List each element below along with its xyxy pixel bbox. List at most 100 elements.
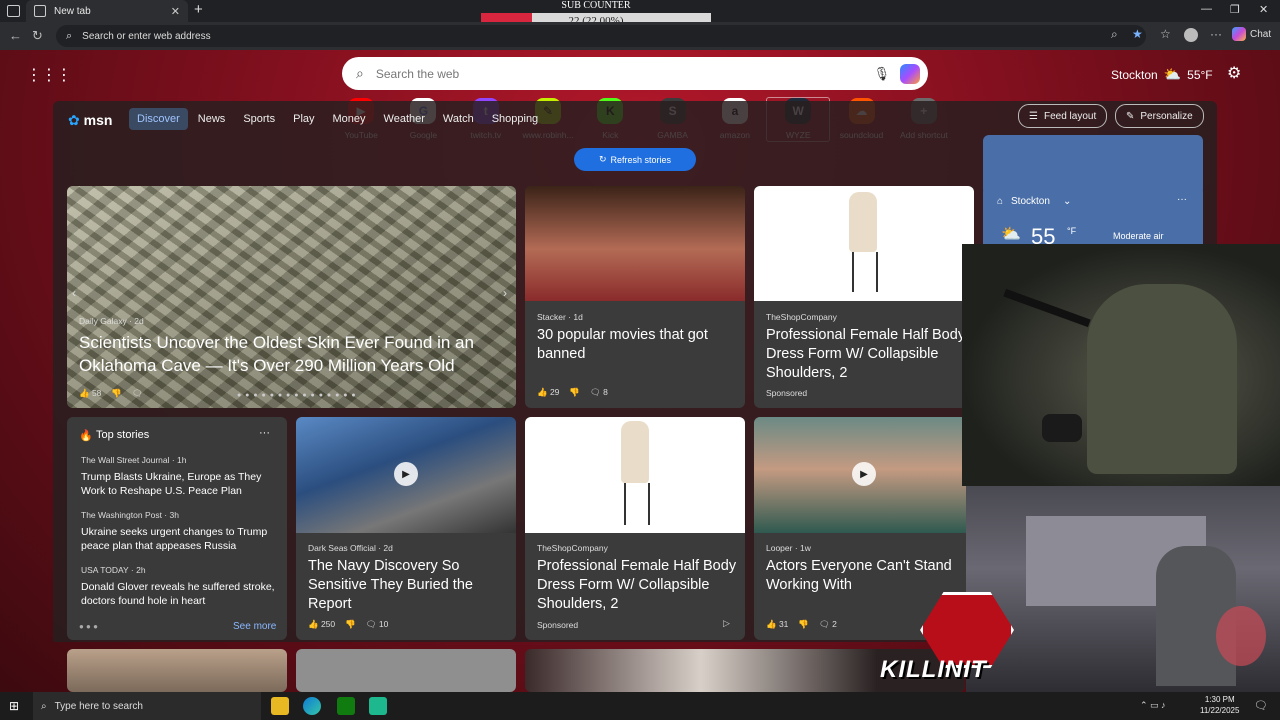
webcam-overlay-top bbox=[962, 244, 1280, 486]
personalize-button[interactable]: ✎ Personalize bbox=[1115, 104, 1204, 128]
system-tray-icons[interactable]: ⌃ ▭ ♪ bbox=[1140, 700, 1166, 711]
file-explorer-icon[interactable] bbox=[271, 697, 289, 715]
refresh-icon[interactable]: ↻ bbox=[32, 28, 43, 44]
clock[interactable]: 1:30 PM 11/22/2025 bbox=[1200, 694, 1239, 716]
weather-card-body[interactable]: ⌂ Stockton ⌄ ··· ⛅ 55 °F Moderate air bbox=[983, 186, 1203, 249]
favorite-star-icon[interactable]: ★ bbox=[1132, 27, 1143, 41]
play-icon[interactable]: ▶ bbox=[394, 462, 418, 486]
story-card-partial[interactable] bbox=[296, 649, 516, 692]
comment-button[interactable]: 🗨 2 bbox=[819, 619, 837, 630]
story-source: USA TODAY · 2h bbox=[81, 565, 146, 575]
address-bar[interactable]: ⌕ Search or enter web address bbox=[56, 25, 1146, 47]
tab-watch[interactable]: Watch bbox=[435, 108, 482, 130]
tab-weather[interactable]: Weather bbox=[376, 108, 433, 130]
taskbar-search[interactable]: ⌕ Type here to search bbox=[33, 692, 261, 720]
feed-layout-label: Feed layout bbox=[1043, 110, 1097, 122]
tab-shopping[interactable]: Shopping bbox=[484, 108, 547, 130]
carousel-dots[interactable]: ● ● ● ● ● ● ● ● ● ● ● ● ● ● ● bbox=[237, 392, 357, 399]
tab-news[interactable]: News bbox=[190, 108, 234, 130]
msn-logo[interactable]: ✿ msn bbox=[68, 112, 112, 129]
sponsored-card[interactable]: TheShopCompany Professional Female Half … bbox=[754, 186, 974, 408]
top-story-link[interactable]: Ukraine seeks urgent changes to Trump pe… bbox=[81, 525, 277, 553]
apps-grid-icon[interactable]: ⋮⋮⋮ bbox=[26, 65, 72, 85]
temperature-label: 55°F bbox=[1187, 67, 1213, 82]
carousel-next-icon[interactable]: › bbox=[503, 286, 507, 300]
comment-button[interactable]: 🗨 10 bbox=[366, 619, 389, 630]
notifications-icon[interactable]: 🗨 bbox=[1254, 699, 1268, 712]
top-story-link[interactable]: Donald Glover reveals he suffered stroke… bbox=[81, 580, 277, 608]
ad-choices-icon[interactable]: ▷ bbox=[723, 618, 730, 629]
story-source: Dark Seas Official · 2d bbox=[308, 543, 393, 553]
like-count: 58 bbox=[91, 388, 102, 398]
dislike-icon[interactable]: 👎 bbox=[569, 387, 580, 398]
xbox-icon[interactable] bbox=[337, 697, 355, 715]
search-icon: ⌕ bbox=[41, 700, 47, 712]
story-title[interactable]: The Navy Discovery So Sensitive They Bur… bbox=[308, 557, 508, 614]
more-options-icon[interactable]: ··· bbox=[259, 427, 270, 439]
dislike-icon[interactable]: 👎 bbox=[111, 388, 122, 399]
video-story-card[interactable]: ▶ Dark Seas Official · 2d The Navy Disco… bbox=[296, 417, 516, 640]
refresh-stories-label: Refresh stories bbox=[610, 154, 672, 165]
minimize-icon[interactable]: — bbox=[1201, 3, 1212, 15]
tab-discover[interactable]: Discover bbox=[129, 108, 188, 130]
weather-widget[interactable]: Stockton ⛅ 55°F bbox=[1111, 66, 1213, 83]
chevron-down-icon[interactable]: ⌄ bbox=[1063, 196, 1071, 207]
settings-gear-icon[interactable]: ⚙ bbox=[1227, 63, 1241, 83]
story-title[interactable]: Scientists Uncover the Oldest Skin Ever … bbox=[79, 331, 499, 377]
feed-layout-button[interactable]: ☰ Feed layout bbox=[1018, 104, 1108, 128]
dress-form-torso bbox=[849, 192, 877, 252]
like-button[interactable]: 👍 250 bbox=[308, 619, 335, 630]
tab-sports[interactable]: Sports bbox=[235, 108, 283, 130]
sponsored-card[interactable]: TheShopCompany Professional Female Half … bbox=[525, 417, 745, 640]
flame-icon: 🔥 bbox=[79, 430, 93, 442]
like-button[interactable]: 👍 29 bbox=[537, 387, 559, 398]
play-icon[interactable]: ▶ bbox=[852, 462, 876, 486]
story-title[interactable]: Professional Female Half Body Dress Form… bbox=[766, 326, 966, 383]
favorites-icon[interactable]: ☆ bbox=[1160, 27, 1171, 41]
like-button[interactable]: 👍 58 bbox=[79, 388, 101, 399]
refresh-stories-button[interactable]: ↻ Refresh stories bbox=[574, 148, 696, 171]
clock-time: 1:30 PM bbox=[1204, 695, 1235, 704]
profile-avatar[interactable] bbox=[1184, 28, 1198, 42]
like-button[interactable]: 👍 31 bbox=[766, 619, 788, 630]
comment-button[interactable]: 🗨 8 bbox=[590, 387, 608, 398]
close-window-icon[interactable]: ✕ bbox=[1259, 3, 1268, 16]
edge-icon[interactable] bbox=[303, 697, 321, 715]
zoom-icon[interactable]: ⌕ bbox=[1111, 27, 1118, 42]
app-icon[interactable] bbox=[369, 697, 387, 715]
close-tab-icon[interactable]: ✕ bbox=[171, 5, 180, 18]
story-title[interactable]: Actors Everyone Can't Stand Working With bbox=[766, 557, 966, 595]
story-title[interactable]: Professional Female Half Body Dress Form… bbox=[537, 557, 737, 614]
more-menu-icon[interactable]: ··· bbox=[1210, 27, 1222, 41]
msn-butterfly-icon: ✿ bbox=[68, 112, 80, 128]
tab-actions-icon[interactable] bbox=[7, 5, 20, 17]
story-title[interactable]: 30 popular movies that got banned bbox=[537, 326, 737, 364]
tab-money[interactable]: Money bbox=[325, 108, 374, 130]
copilot-chat-button[interactable]: Chat bbox=[1232, 27, 1271, 41]
story-card[interactable]: Stacker · 1d 30 popular movies that got … bbox=[525, 186, 745, 408]
microphone-icon[interactable]: 🎙 bbox=[873, 66, 890, 82]
carousel-prev-icon[interactable]: ‹ bbox=[72, 286, 76, 300]
story-source: Looper · 1w bbox=[766, 543, 811, 553]
copilot-search-icon[interactable] bbox=[900, 63, 920, 84]
pagination-dots[interactable]: ● ● ● bbox=[79, 622, 98, 631]
tab-play[interactable]: Play bbox=[285, 108, 322, 130]
sponsored-label: Sponsored bbox=[766, 388, 808, 398]
hero-story-card[interactable]: ‹ › Daily Galaxy · 2d Scientists Uncover… bbox=[67, 186, 516, 408]
dislike-icon[interactable]: 👎 bbox=[345, 619, 356, 630]
top-story-link[interactable]: Trump Blasts Ukraine, Europe as They Wor… bbox=[81, 470, 277, 498]
tab-new-tab[interactable]: New tab ✕ bbox=[26, 0, 188, 22]
new-tab-button[interactable]: + bbox=[194, 1, 203, 18]
mic-arm-shape bbox=[1003, 288, 1091, 328]
dislike-icon[interactable]: 👎 bbox=[798, 619, 809, 630]
comment-icon[interactable]: 🗨 bbox=[132, 388, 143, 399]
address-placeholder: Search or enter web address bbox=[82, 30, 211, 42]
see-more-link[interactable]: See more bbox=[233, 621, 276, 632]
weather-unit: °F bbox=[1067, 226, 1077, 236]
maximize-icon[interactable]: ❐ bbox=[1230, 3, 1240, 16]
story-card-partial[interactable] bbox=[67, 649, 287, 692]
more-options-icon[interactable]: ··· bbox=[1177, 194, 1187, 205]
web-search-box[interactable]: ⌕ Search the web 🎙 bbox=[342, 57, 928, 90]
back-icon[interactable]: ← bbox=[9, 28, 22, 43]
windows-start-icon[interactable]: ⊞ bbox=[9, 699, 19, 713]
